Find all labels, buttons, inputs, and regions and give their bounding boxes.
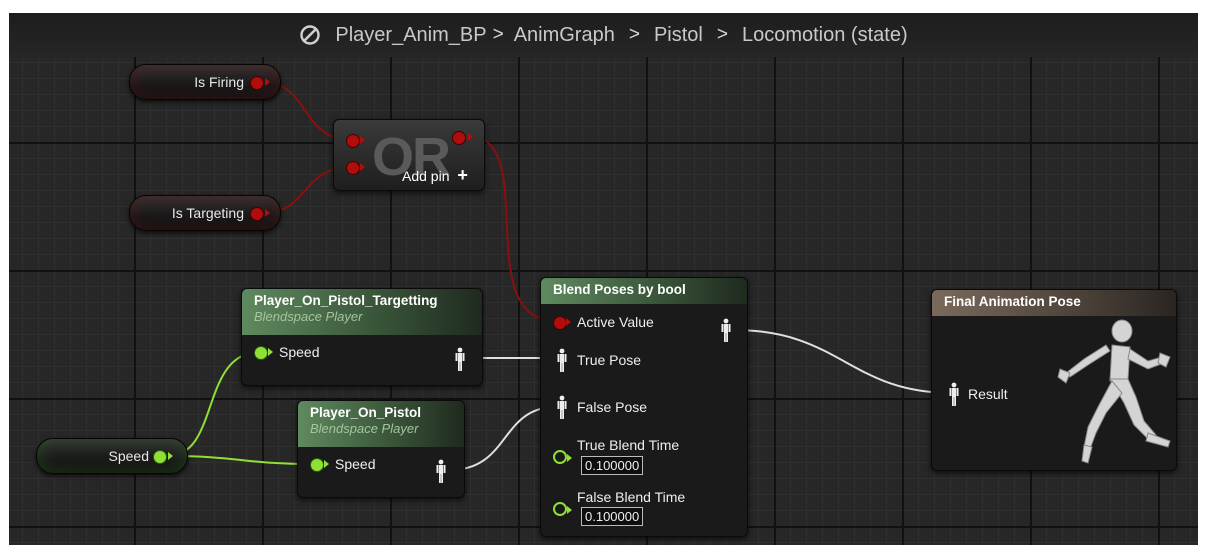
or-input-arrow-b	[360, 163, 365, 171]
breadcrumb-item-pistol[interactable]: Pistol	[654, 24, 703, 47]
breadcrumb-item-animgraph[interactable]: AnimGraph	[514, 24, 615, 47]
active-value-pin[interactable]	[553, 316, 567, 330]
blendspace-targetting-subtitle: Blendspace Player	[254, 309, 363, 324]
or-output-arrow	[468, 133, 473, 141]
blueprint-no-icon	[300, 25, 321, 45]
final-pose-header: Final Animation Pose	[932, 290, 1176, 316]
running-mannequin-icon	[1057, 319, 1171, 464]
breadcrumb: Player_Anim_BP > AnimGraph > Pistol > Lo…	[9, 13, 1198, 57]
pistol-speed-pin[interactable]	[310, 458, 324, 472]
false-blend-time-input[interactable]: 0.100000	[581, 507, 644, 526]
or-input-pin-b[interactable]	[346, 161, 360, 175]
pose-mannequin-icon[interactable]	[721, 318, 731, 342]
blendspace-pistol-header: Player_On_Pistol Blendspace Player	[298, 401, 464, 447]
blendspace-targetting-header: Player_On_Pistol_Targetting Blendspace P…	[242, 289, 482, 335]
breadcrumb-separator: >	[492, 24, 504, 45]
breadcrumb-item-locomotion[interactable]: Locomotion (state)	[742, 24, 908, 47]
final-pose-title: Final Animation Pose	[944, 294, 1081, 309]
breadcrumb-separator: >	[628, 24, 640, 45]
targetting-speed-label: Speed	[279, 344, 320, 360]
true-blend-time-pin[interactable]	[553, 450, 567, 464]
blendspace-targetting-node[interactable]: Player_On_Pistol_Targetting Blendspace P…	[241, 288, 483, 386]
or-node[interactable]: OR Add pin +	[333, 119, 485, 191]
is-targeting-pin-arrow	[265, 209, 270, 217]
false-blend-time-pin[interactable]	[553, 502, 567, 516]
result-label: Result	[968, 386, 1008, 402]
blend-poses-title: Blend Poses by bool	[553, 282, 686, 297]
pose-mannequin-icon[interactable]	[557, 348, 567, 372]
or-output-pin[interactable]	[452, 131, 466, 145]
speed-variable-node[interactable]: Speed	[36, 438, 188, 474]
or-input-arrow-a	[360, 136, 365, 144]
is-targeting-variable-node[interactable]: Is Targeting	[129, 195, 281, 231]
pose-mannequin-icon[interactable]	[557, 395, 567, 419]
targetting-speed-arrow	[268, 348, 273, 356]
speed-pin-arrow	[168, 452, 173, 460]
blend-poses-by-bool-node[interactable]: Blend Poses by bool Active Value True Po…	[540, 277, 748, 537]
is-firing-variable-node[interactable]: Is Firing	[129, 64, 281, 100]
is-targeting-output-pin[interactable]	[250, 207, 264, 221]
speed-var-label: Speed	[108, 448, 149, 464]
active-value-label: Active Value	[577, 314, 654, 330]
pose-mannequin-icon[interactable]	[455, 347, 465, 371]
blendspace-pistol-subtitle: Blendspace Player	[310, 421, 419, 436]
plus-icon: +	[457, 165, 468, 185]
pose-mannequin-icon[interactable]	[949, 382, 959, 406]
final-animation-pose-node[interactable]: Final Animation Pose Result	[931, 289, 1177, 471]
speed-output-pin[interactable]	[153, 450, 167, 464]
blendspace-targetting-title: Player_On_Pistol_Targetting	[254, 293, 438, 308]
or-input-pin-a[interactable]	[346, 134, 360, 148]
targetting-speed-pin[interactable]	[254, 346, 268, 360]
is-firing-label: Is Firing	[194, 74, 244, 90]
is-firing-pin-arrow	[265, 78, 270, 86]
false-blend-time-label: False Blend Time	[577, 489, 686, 505]
is-targeting-label: Is Targeting	[171, 205, 244, 221]
false-blend-time-arrow	[567, 506, 572, 514]
true-pose-label: True Pose	[577, 352, 642, 368]
active-value-arrow	[566, 318, 571, 326]
false-pose-label: False Pose	[577, 399, 648, 415]
true-blend-time-arrow	[567, 454, 572, 462]
blendspace-pistol-title: Player_On_Pistol	[310, 405, 422, 420]
true-blend-time-label: True Blend Time	[577, 437, 680, 453]
pistol-speed-arrow	[324, 460, 329, 468]
pistol-speed-label: Speed	[335, 456, 376, 472]
breadcrumb-separator: >	[716, 24, 728, 45]
breadcrumb-item-blueprint[interactable]: Player_Anim_BP	[335, 24, 486, 47]
true-blend-time-input[interactable]: 0.100000	[581, 456, 644, 475]
add-pin-button[interactable]: Add pin +	[402, 165, 468, 186]
blendspace-pistol-node[interactable]: Player_On_Pistol Blendspace Player Speed	[297, 400, 465, 498]
is-firing-output-pin[interactable]	[250, 76, 264, 90]
blend-poses-header: Blend Poses by bool	[541, 278, 747, 304]
pose-mannequin-icon[interactable]	[436, 459, 446, 483]
add-pin-label: Add pin	[402, 168, 450, 184]
